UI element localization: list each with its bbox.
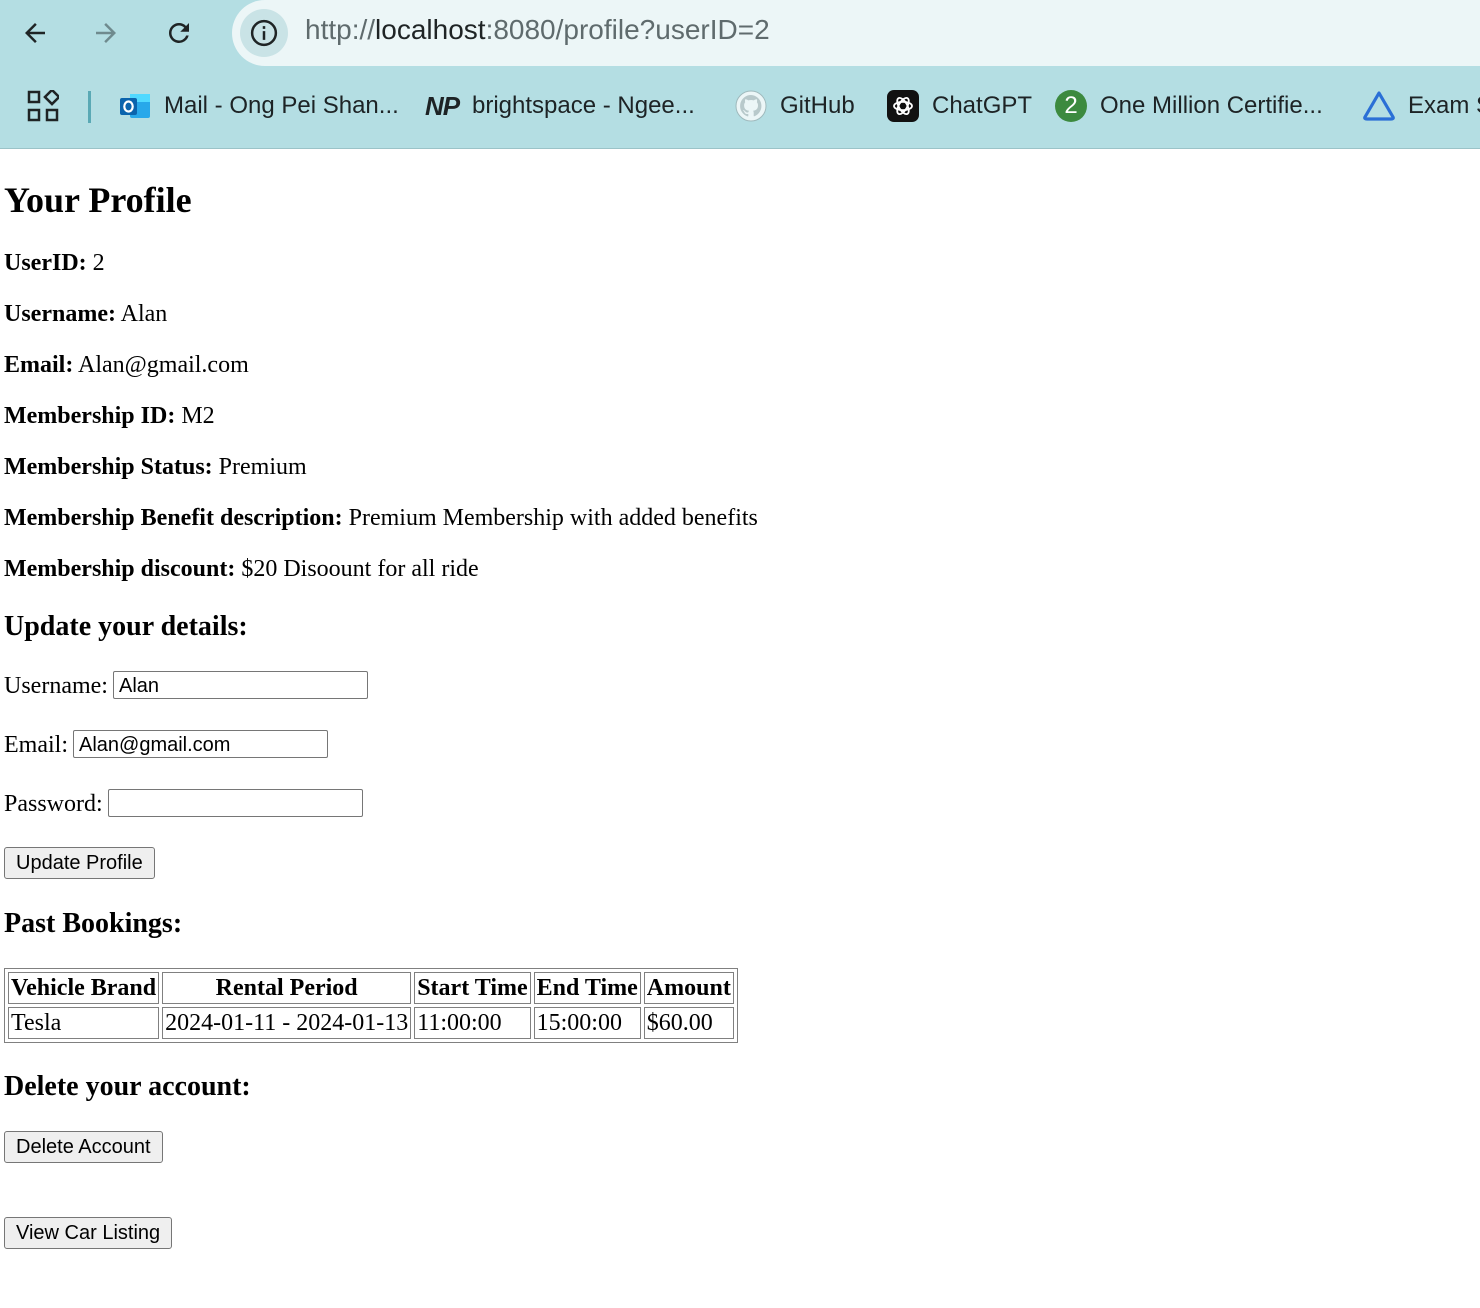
address-bar[interactable]: http://localhost:8080/profile?userID=2 <box>232 0 1480 66</box>
field-label: Membership ID: <box>4 403 176 429</box>
table-row: Tesla 2024-01-11 - 2024-01-13 11:00:00 1… <box>8 1007 734 1039</box>
profile-field-discount: Membership discount: $20 Disoount for al… <box>4 556 479 583</box>
bookmark-certificates[interactable]: 2 One Million Certifie... <box>1054 88 1323 124</box>
table-cell: 2024-01-11 - 2024-01-13 <box>162 1007 412 1039</box>
bookmark-exam[interactable]: Exam S <box>1362 88 1480 124</box>
username-label: Username: <box>4 673 108 699</box>
profile-field-benefit: Membership Benefit description: Premium … <box>4 505 758 532</box>
column-header: Amount <box>643 972 734 1004</box>
field-label: Username: <box>4 301 116 327</box>
profile-field-userid: UserID: 2 <box>4 250 105 277</box>
column-header: Vehicle Brand <box>8 972 160 1004</box>
apps-grid-icon[interactable] <box>27 90 59 122</box>
field-label: UserID: <box>4 250 87 276</box>
email-label: Email: <box>4 732 68 758</box>
bookmark-mail[interactable]: Mail - Ong Pei Shan... <box>118 88 399 124</box>
column-header: Start Time <box>414 972 531 1004</box>
field-label: Membership discount: <box>4 556 236 582</box>
reload-button[interactable] <box>156 10 202 56</box>
bookmark-github[interactable]: GitHub <box>734 88 855 124</box>
browser-toolbar: http://localhost:8080/profile?userID=2 <box>0 0 1480 66</box>
page-title: Your Profile <box>4 180 192 220</box>
bookmark-brightspace[interactable]: NP brightspace - Ngee... <box>424 88 695 124</box>
profile-field-email: Email: Alan@gmail.com <box>4 352 249 379</box>
column-header: Rental Period <box>162 972 412 1004</box>
url-path: :8080/profile?userID=2 <box>485 14 770 45</box>
delete-account-button[interactable]: Delete Account <box>4 1131 163 1163</box>
back-button[interactable] <box>12 10 58 56</box>
bookmarks-bar: Mail - Ong Pei Shan... NP brightspace - … <box>0 66 1480 148</box>
chatgpt-icon <box>886 89 920 123</box>
bookmark-label: Exam S <box>1408 92 1480 119</box>
table-cell: $60.00 <box>643 1007 734 1039</box>
profile-field-membership-status: Membership Status: Premium <box>4 454 307 481</box>
field-value: 2 <box>92 250 105 276</box>
url-host: localhost <box>375 14 486 45</box>
field-value: Alan <box>120 301 168 327</box>
forward-button[interactable] <box>83 10 129 56</box>
bookmark-label: brightspace - Ngee... <box>472 92 695 119</box>
field-value: Premium <box>218 454 307 480</box>
bookmark-label: One Million Certifie... <box>1100 92 1323 119</box>
password-label: Password: <box>4 791 103 817</box>
password-input[interactable] <box>108 789 363 817</box>
forward-arrow-icon <box>96 23 116 43</box>
bookmark-label: Mail - Ong Pei Shan... <box>164 92 399 119</box>
column-header: End Time <box>533 972 641 1004</box>
table-cell: Tesla <box>8 1007 160 1039</box>
update-heading: Update your details: <box>4 611 248 642</box>
email-input[interactable]: Alan@gmail.com <box>73 730 328 758</box>
profile-field-membership-id: Membership ID: M2 <box>4 403 215 430</box>
bookmark-chatgpt[interactable]: ChatGPT <box>886 88 1032 124</box>
table-cell: 11:00:00 <box>414 1007 531 1039</box>
reload-icon <box>168 22 189 43</box>
table-cell: 15:00:00 <box>533 1007 641 1039</box>
username-input[interactable]: Alan <box>113 671 368 699</box>
number-two-icon: 2 <box>1054 89 1088 123</box>
field-value: M2 <box>181 403 215 429</box>
field-label: Email: <box>4 352 74 378</box>
table-header-row: Vehicle Brand Rental Period Start Time E… <box>8 972 734 1004</box>
field-label: Membership Benefit description: <box>4 505 343 531</box>
browser-chrome: http://localhost:8080/profile?userID=2 M… <box>0 0 1480 149</box>
info-icon <box>250 19 278 47</box>
past-bookings-heading: Past Bookings: <box>4 908 183 939</box>
site-info-button[interactable] <box>240 9 288 57</box>
url-scheme: http:// <box>305 14 376 45</box>
bookings-table: Vehicle Brand Rental Period Start Time E… <box>4 968 738 1043</box>
field-value: $20 Disoount for all ride <box>241 556 479 582</box>
field-value: Premium Membership with added benefits <box>348 505 758 531</box>
url-text[interactable]: http://localhost:8080/profile?userID=2 <box>305 14 770 46</box>
back-arrow-icon <box>25 23 45 43</box>
delete-heading: Delete your account: <box>4 1071 251 1102</box>
github-icon <box>734 89 768 123</box>
field-value: Alan@gmail.com <box>78 352 249 378</box>
profile-field-username: Username: Alan <box>4 301 167 328</box>
bookmark-label: GitHub <box>780 92 855 119</box>
outlook-icon <box>118 89 152 123</box>
number-two-badge: 2 <box>1055 90 1087 122</box>
view-car-listing-button[interactable]: View Car Listing <box>4 1217 173 1249</box>
field-label: Membership Status: <box>4 454 213 480</box>
exam-triangle-icon <box>1362 89 1396 123</box>
update-profile-button[interactable]: Update Profile <box>4 847 155 879</box>
np-logo-icon: NP <box>424 90 460 121</box>
bookmark-label: ChatGPT <box>932 92 1033 119</box>
bookmarks-divider <box>88 91 91 123</box>
